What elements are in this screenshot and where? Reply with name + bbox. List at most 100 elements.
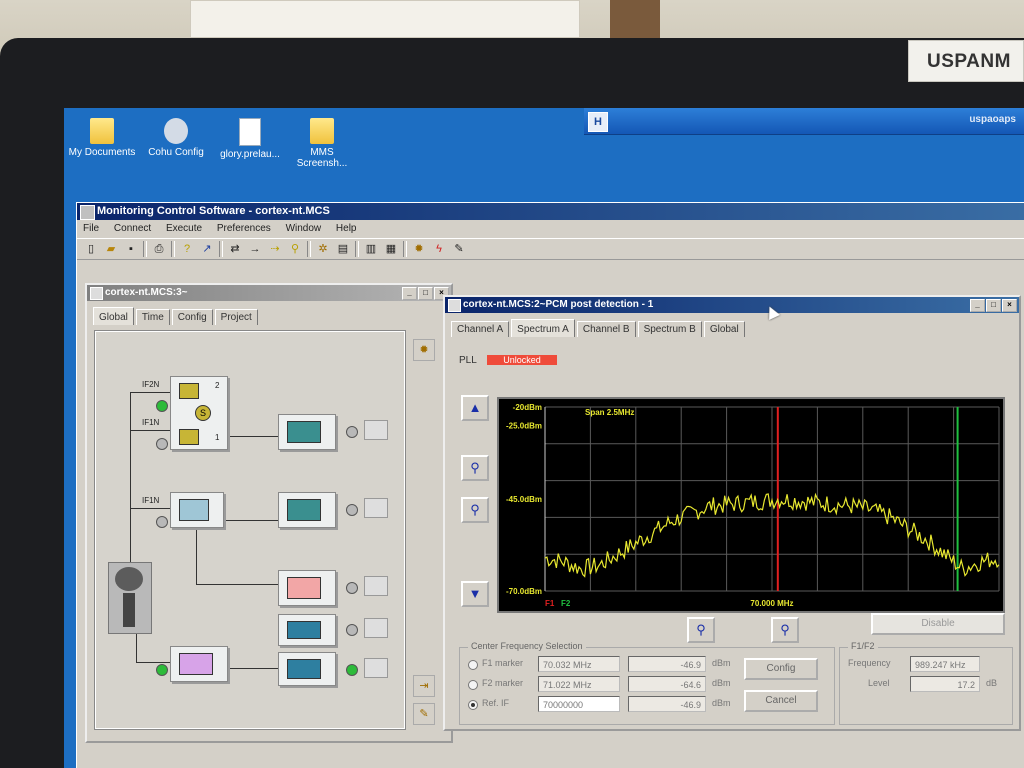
edit-icon[interactable]: ✎ [451,241,467,257]
f2-marker-radio[interactable] [468,680,478,690]
bandpass-icon [287,659,321,679]
port-label: 1 [215,433,220,442]
maximize-button[interactable]: □ [986,299,1001,312]
config-window: cortex-nt.MCS:3~ _ □ × Global Time Confi… [85,283,453,743]
disable-button[interactable]: Disable [871,613,1005,635]
app-icon [80,205,95,220]
settings-gear-icon[interactable]: ✹ [413,339,435,361]
tab-channel-a[interactable]: Channel A [451,321,510,337]
tab-spectrum-b[interactable]: Spectrum B [637,321,702,337]
monitor-label-sticker: USPANM [908,40,1024,82]
level-label: Level [868,678,890,688]
bandpass-block[interactable] [278,652,336,686]
desktop-icon-glory[interactable]: glory.prelau... [212,118,288,160]
new-file-icon[interactable]: ▯ [83,241,99,257]
taskbar-logo-icon[interactable]: H [588,112,608,132]
f2-marker-label: F2 marker [482,678,524,688]
zoom-out-button[interactable]: ⚲ [461,497,489,523]
desktop-icon-cohu-config[interactable]: Cohu Config [138,118,214,158]
menu-file[interactable]: File [83,223,99,234]
minimize-button[interactable]: _ [402,287,417,300]
open-folder-icon[interactable]: ▰ [103,241,119,257]
config-button[interactable]: Config [744,658,818,680]
zoom-in-button[interactable]: ⚲ [461,455,489,481]
pedestal-shape [123,593,135,627]
antenna-icon[interactable] [108,562,152,634]
status-lamp-green [156,664,168,676]
tab-channel-b[interactable]: Channel B [576,321,636,337]
close-button[interactable]: × [1002,299,1017,312]
tab-spectrum-a[interactable]: Spectrum A [511,319,575,337]
device-alt-icon[interactable]: ▦ [383,241,399,257]
measure-block[interactable] [278,570,336,606]
tab-global[interactable]: Global [93,307,134,325]
arrow-right-icon[interactable]: → [247,241,263,257]
unit-label: dB [986,678,998,688]
help-icon[interactable]: ? [179,241,195,257]
print-icon[interactable]: ⎙ [151,241,167,257]
spectrum-block-a[interactable] [278,414,336,450]
maximize-button[interactable]: □ [418,287,433,300]
lightning-icon[interactable]: ϟ [431,241,447,257]
status-indicator [364,576,388,596]
marker-pan-button[interactable]: ⚲ [771,617,799,643]
minimize-button[interactable]: _ [970,299,985,312]
spectrum-tabs: Channel A Spectrum A Channel B Spectrum … [451,319,1019,337]
input-label-if2n: IF2N [142,380,160,389]
scroll-up-button[interactable]: ▲ [461,395,489,421]
switch-icon: S [195,405,211,421]
menu-connect[interactable]: Connect [114,223,151,234]
spectrum-block-b[interactable] [278,492,336,528]
desktop-icon-label: glory.prelau... [220,149,280,160]
spectrum-window-title-bar[interactable]: cortex-nt.MCS:2~PCM post detection - 1 _… [445,297,1019,313]
search-icon[interactable]: ⚲ [287,241,303,257]
gear-icon[interactable]: ✹ [411,241,427,257]
center-frequency-group: Center Frequency Selection F1 marker 70.… [459,641,835,725]
spectrum-window: cortex-nt.MCS:2~PCM post detection - 1 _… [443,295,1021,731]
spectrum-plot[interactable]: -20dBm -25.0dBm -45.0dBm -70.0dBm Span 2.5MH… [497,397,1005,613]
main-window-title: Monitoring Control Software - cortex-nt.… [97,205,330,217]
connect-icon[interactable]: ⇄ [227,241,243,257]
measure-icon [287,577,321,599]
status-indicator [364,420,388,440]
arrow-mixed-icon[interactable]: ⇢ [267,241,283,257]
schedule-icon[interactable]: ✲ [315,241,331,257]
marker-zoom-button[interactable]: ⚲ [687,617,715,643]
device-icon[interactable]: ▥ [363,241,379,257]
edit-icon[interactable]: ✎ [413,703,435,725]
posted-paper [190,0,580,38]
f1-marker-radio[interactable] [468,660,478,670]
config-window-title-bar[interactable]: cortex-nt.MCS:3~ _ □ × [87,285,451,301]
scroll-down-button[interactable]: ▼ [461,581,489,607]
ref-if-input[interactable]: 70000000 [538,696,620,712]
cancel-button[interactable]: Cancel [744,690,818,712]
menu-preferences[interactable]: Preferences [217,223,271,234]
window-icon[interactable]: ▤ [335,241,351,257]
marker-label-f1: F1 [545,599,555,608]
main-window-title-bar[interactable]: Monitoring Control Software - cortex-nt.… [77,203,1024,220]
arrow-right-icon[interactable]: ⇥ [413,675,435,697]
block-diagram-panel: IF2N IF1N IF1N S 2 1 [94,330,406,730]
waveform-block[interactable] [278,614,336,646]
tab-global[interactable]: Global [703,321,745,337]
desktop-icon-mms-screenshots[interactable]: MMS Screensh... [286,118,358,169]
if-switch-block[interactable]: S 2 1 [170,376,228,450]
signal-wire [226,520,278,521]
f1-marker-label: F1 marker [482,658,524,668]
context-help-icon[interactable]: ↗ [199,241,215,257]
receiver-block[interactable] [170,492,224,528]
tab-project[interactable]: Project [214,309,258,325]
pll-status-badge: Unlocked [487,355,557,365]
status-lamp-green [156,400,168,412]
ref-if-radio[interactable] [468,700,478,710]
menu-help[interactable]: Help [336,223,357,234]
desktop-icon-my-documents[interactable]: My Documents [64,118,140,158]
desktop-icon-label: MMS Screensh... [296,147,348,169]
menu-execute[interactable]: Execute [166,223,202,234]
menu-window[interactable]: Window [286,223,322,234]
tab-config[interactable]: Config [171,309,213,325]
signal-generator-block[interactable] [170,646,228,682]
tab-time[interactable]: Time [135,309,170,325]
signal-wire [130,508,170,509]
save-icon[interactable]: ▪ [123,241,139,257]
